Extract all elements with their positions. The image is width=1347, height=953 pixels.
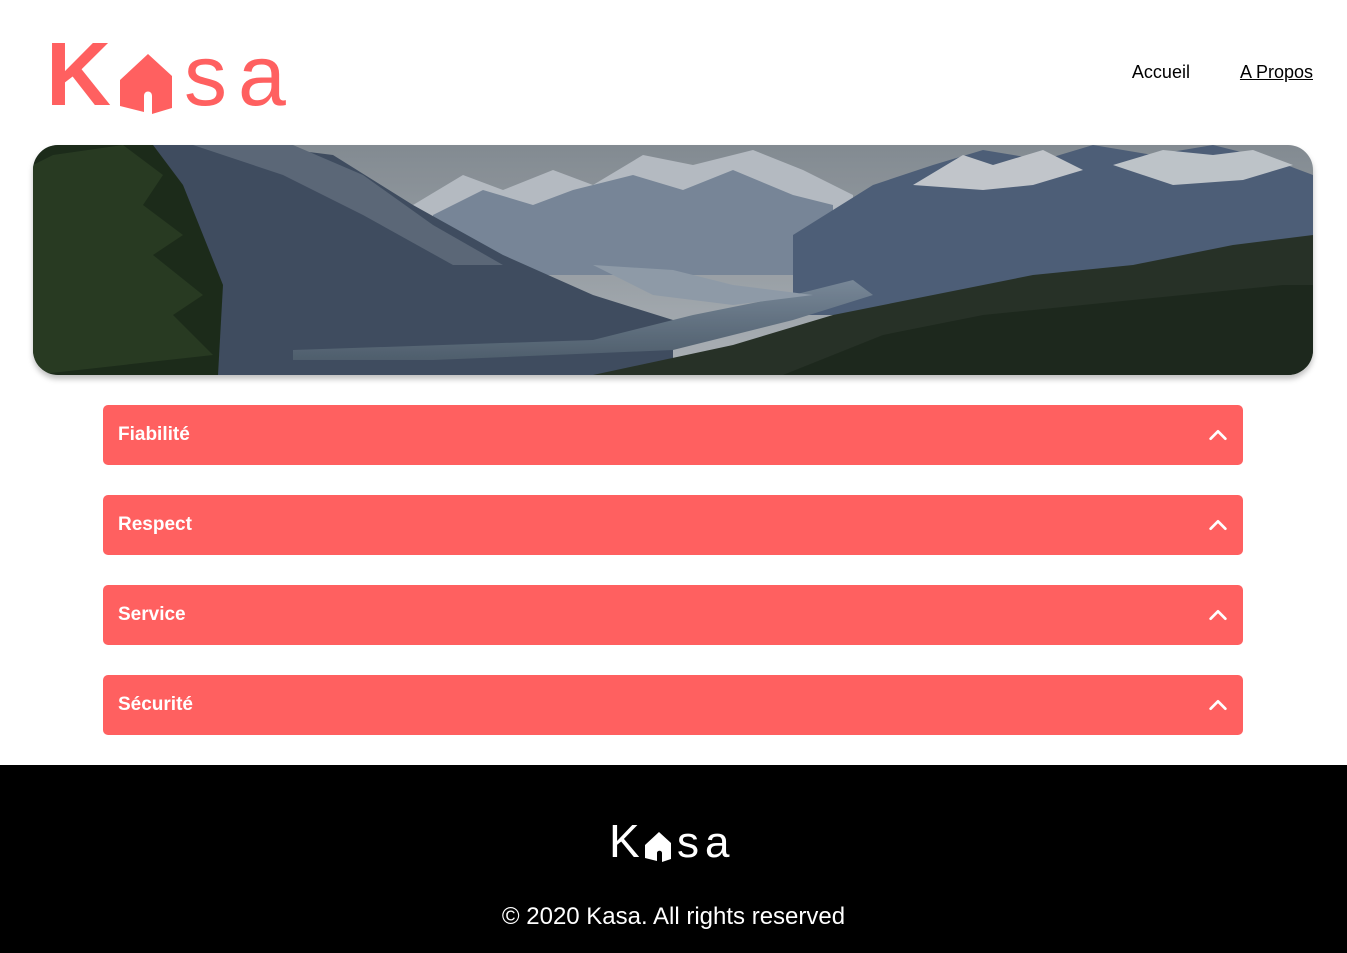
chevron-up-icon[interactable] — [1207, 694, 1229, 716]
chevron-up-icon[interactable] — [1207, 424, 1229, 446]
nav-link-accueil[interactable]: Accueil — [1132, 62, 1190, 83]
collapse-title: Respect — [118, 514, 192, 535]
values-collapses: Fiabilité Respect Service Sécurité — [103, 405, 1243, 765]
footer-logo-letter-k: K — [609, 817, 640, 863]
collapse-fiabilite[interactable]: Fiabilité — [103, 405, 1243, 465]
collapse-securite[interactable]: Sécurité — [103, 675, 1243, 735]
site-header: K s a Accueil A Propos — [0, 0, 1347, 145]
collapse-title: Sécurité — [118, 694, 193, 715]
hero-banner — [33, 145, 1313, 375]
collapse-title: Service — [118, 604, 186, 625]
copyright-text: © 2020 Kasa. All rights reserved — [501, 903, 846, 930]
main-nav: Accueil A Propos — [1132, 62, 1313, 83]
footer-logo-letter-a: a — [705, 818, 730, 863]
nav-link-a-propos[interactable]: A Propos — [1240, 62, 1313, 83]
chevron-up-icon[interactable] — [1207, 514, 1229, 536]
footer-logo-letter-s: s — [677, 818, 699, 863]
logo-letter-k: K — [48, 28, 111, 114]
collapse-title: Fiabilité — [118, 424, 190, 445]
collapse-service[interactable]: Service — [103, 585, 1243, 645]
mountain-landscape-image — [33, 145, 1313, 375]
house-icon — [120, 54, 172, 114]
logo-letter-a: a — [238, 28, 286, 114]
logo-letter-s: s — [184, 28, 227, 114]
collapse-respect[interactable]: Respect — [103, 495, 1243, 555]
kasa-logo[interactable]: K s a — [48, 28, 300, 114]
kasa-footer-logo: K s a — [609, 817, 730, 863]
site-footer: K s a © 2020 Kasa. All rights reserved — [0, 765, 1347, 953]
chevron-up-icon[interactable] — [1207, 604, 1229, 626]
house-icon — [645, 832, 671, 862]
